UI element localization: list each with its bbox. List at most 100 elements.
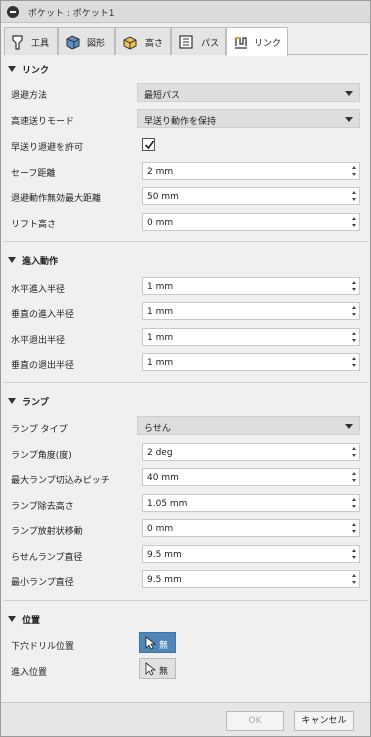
min-ramp-diameter-field[interactable]: 9.5 mm xyxy=(142,570,360,588)
spin-up-icon[interactable] xyxy=(352,357,356,360)
title-bar[interactable]: ポケット : ポケット1 xyxy=(1,1,370,23)
section-ramp-header[interactable]: ランプ xyxy=(8,395,49,408)
field-value: 9.5 mm xyxy=(147,575,182,585)
spin-down-icon[interactable] xyxy=(352,556,356,559)
v-lead-in-field[interactable]: 1 mm xyxy=(142,302,360,320)
spin-up-icon[interactable] xyxy=(352,166,356,169)
checkmark-icon xyxy=(144,140,155,150)
tab-label: パス xyxy=(201,39,220,49)
allow-rapid-checkbox[interactable] xyxy=(142,138,155,151)
content-panel: リンク 退避方法 最短パス 高速送りモード 早送り動作を保持 早送り退避を許可 … xyxy=(4,56,368,702)
helix-ramp-diameter-field[interactable]: 9.5 mm xyxy=(142,545,360,563)
collapse-triangle-icon xyxy=(8,616,16,622)
spin-down-icon[interactable] xyxy=(352,454,356,457)
ramp-angle-field[interactable]: 2 deg xyxy=(142,443,360,461)
tab-label: 工具 xyxy=(31,39,50,49)
ramp-radial-label: ランプ放射状移動 xyxy=(11,527,83,537)
select-value: らせん xyxy=(144,424,171,434)
spin-down-icon[interactable] xyxy=(352,288,356,291)
ramp-clearance-field[interactable]: 1.05 mm xyxy=(142,494,360,512)
ok-button[interactable]: OK xyxy=(226,711,284,731)
geometry-icon xyxy=(66,35,80,50)
tab-geometry[interactable]: 図形 xyxy=(58,27,115,55)
dialog-title: ポケット : ポケット1 xyxy=(28,9,115,19)
collapse-icon[interactable] xyxy=(7,6,19,18)
section-divider xyxy=(4,382,368,383)
predrill-position-selector[interactable]: 無 xyxy=(139,632,176,653)
ramp-type-select[interactable]: らせん xyxy=(137,416,360,435)
chevron-down-icon xyxy=(345,424,353,429)
spin-up-icon[interactable] xyxy=(352,306,356,309)
ramp-radial-field[interactable]: 0 mm xyxy=(142,519,360,537)
retraction-select[interactable]: 最短パス xyxy=(137,83,360,102)
field-value: 2 deg xyxy=(147,448,173,458)
v-lead-out-field[interactable]: 1 mm xyxy=(142,353,360,371)
section-divider xyxy=(4,241,368,242)
highfeed-select[interactable]: 早送り動作を保持 xyxy=(137,109,360,128)
tab-bar: 工具 図形 高さ パス リンク xyxy=(4,27,368,56)
h-lead-out-field[interactable]: 1 mm xyxy=(142,328,360,346)
spin-up-icon[interactable] xyxy=(352,332,356,335)
max-ramp-stepdown-field[interactable]: 40 mm xyxy=(142,468,360,486)
spin-up-icon[interactable] xyxy=(352,472,356,475)
tab-label: 図形 xyxy=(87,39,106,49)
spin-up-icon[interactable] xyxy=(352,447,356,450)
safe-distance-field[interactable]: 2 mm xyxy=(142,162,360,180)
field-value: 9.5 mm xyxy=(147,550,182,560)
passes-icon xyxy=(179,35,193,49)
helix-ramp-diameter-label: らせんランプ直径 xyxy=(11,553,83,563)
section-divider xyxy=(4,600,368,601)
spin-down-icon[interactable] xyxy=(352,224,356,227)
entry-position-label: 進入位置 xyxy=(11,668,48,678)
max-stay-down-field[interactable]: 50 mm xyxy=(142,187,360,205)
selector-value: 無 xyxy=(159,667,169,677)
spin-up-icon[interactable] xyxy=(352,217,356,220)
tab-passes[interactable]: パス xyxy=(171,27,226,55)
ramp-angle-label: ランプ角度(度) xyxy=(11,451,72,461)
ramp-clearance-label: ランプ除去高さ xyxy=(11,502,74,512)
collapse-triangle-icon xyxy=(8,398,16,404)
spin-down-icon[interactable] xyxy=(352,313,356,316)
spin-down-icon[interactable] xyxy=(352,581,356,584)
spin-up-icon[interactable] xyxy=(352,281,356,284)
h-lead-out-label: 水平退出半径 xyxy=(11,336,66,346)
v-lead-out-label: 垂直の退出半径 xyxy=(11,361,75,371)
ramp-type-label: ランプ タイプ xyxy=(11,425,68,435)
tab-heights[interactable]: 高さ xyxy=(115,27,171,55)
field-value: 0 mm xyxy=(147,218,174,228)
linking-icon xyxy=(235,37,247,49)
spin-down-icon[interactable] xyxy=(352,173,356,176)
section-entry-header[interactable]: 進入動作 xyxy=(8,254,58,267)
lift-height-label: リフト高さ xyxy=(11,220,57,230)
spin-down-icon[interactable] xyxy=(352,339,356,342)
entry-position-selector[interactable]: 無 xyxy=(139,658,176,679)
cursor-arrow-icon xyxy=(145,636,157,650)
spin-down-icon[interactable] xyxy=(352,364,356,367)
chevron-down-icon xyxy=(345,91,353,96)
tool-icon xyxy=(12,35,23,50)
spin-up-icon[interactable] xyxy=(352,523,356,526)
h-lead-in-field[interactable]: 1 mm xyxy=(142,277,360,295)
cancel-button[interactable]: キャンセル xyxy=(294,711,354,731)
v-lead-in-label: 垂直の進入半径 xyxy=(11,310,75,320)
dialog-footer: OK キャンセル xyxy=(1,702,370,736)
tab-linking[interactable]: リンク xyxy=(226,27,288,56)
spin-up-icon[interactable] xyxy=(352,549,356,552)
spin-down-icon[interactable] xyxy=(352,479,356,482)
allow-rapid-label: 早送り退避を許可 xyxy=(11,143,84,153)
pocket-dialog: ポケット : ポケット1 工具 図形 高さ パス リンク リンク 退避方法 最短… xyxy=(0,0,371,737)
tab-tool[interactable]: 工具 xyxy=(4,27,58,55)
spin-up-icon[interactable] xyxy=(352,574,356,577)
spin-down-icon[interactable] xyxy=(352,505,356,508)
spin-up-icon[interactable] xyxy=(352,498,356,501)
spin-down-icon[interactable] xyxy=(352,530,356,533)
section-link-header[interactable]: リンク xyxy=(8,63,49,76)
chevron-down-icon xyxy=(345,117,353,122)
spin-down-icon[interactable] xyxy=(352,198,356,201)
field-value: 2 mm xyxy=(147,167,174,177)
lift-height-field[interactable]: 0 mm xyxy=(142,213,360,231)
spin-up-icon[interactable] xyxy=(352,191,356,194)
section-position-header[interactable]: 位置 xyxy=(8,613,40,626)
max-stay-down-label: 退避動作無効最大距離 xyxy=(11,194,102,204)
field-value: 40 mm xyxy=(147,473,179,483)
